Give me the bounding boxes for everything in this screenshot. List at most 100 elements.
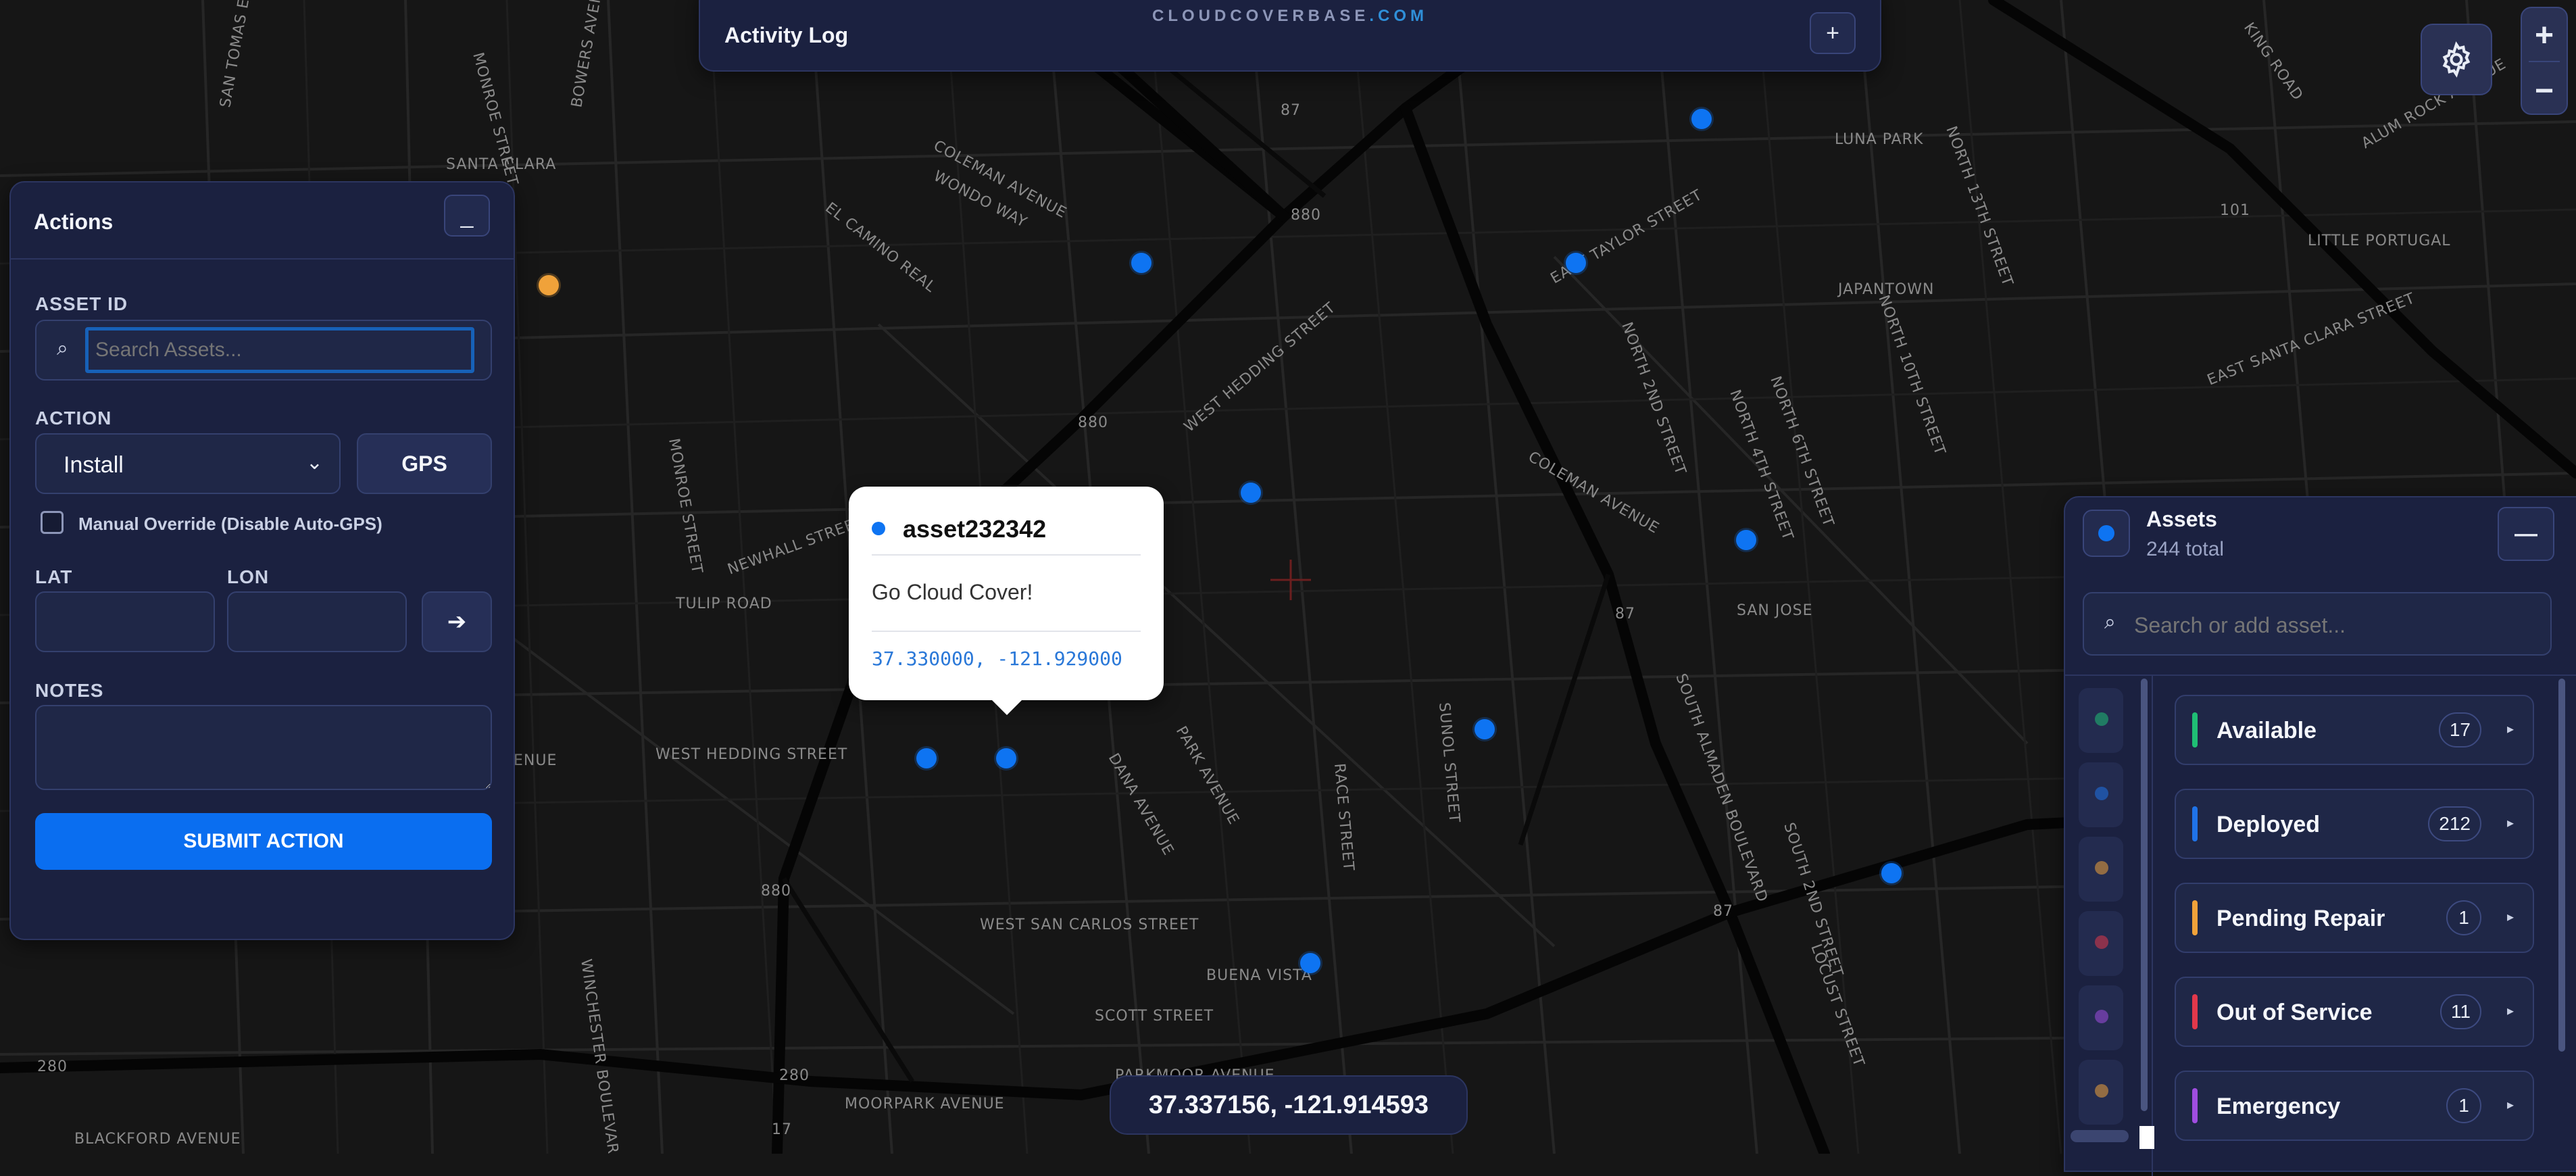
- filter-emergency[interactable]: [2079, 985, 2123, 1050]
- category-scrollbar[interactable]: [2558, 679, 2565, 1052]
- asset-add-search-input[interactable]: [2133, 602, 2541, 649]
- category-deployed[interactable]: Deployed 212 ▸: [2175, 789, 2534, 859]
- action-select[interactable]: Install ⌄: [35, 433, 341, 494]
- asset-search-input[interactable]: [85, 327, 474, 373]
- notes-label: NOTES: [35, 680, 104, 701]
- category-color-bar: [2192, 806, 2198, 841]
- svg-text:LUNA PARK: LUNA PARK: [1835, 131, 1923, 148]
- svg-text:BLACKFORD AVENUE: BLACKFORD AVENUE: [74, 1131, 241, 1148]
- chevron-right-icon: ▸: [2506, 1098, 2514, 1112]
- actions-panel: Actions _ ASSET ID ⌕ ACTION Install ⌄ GP…: [9, 181, 515, 940]
- svg-text:880: 880: [1078, 414, 1108, 431]
- svg-text:ENUE: ENUE: [514, 752, 557, 769]
- activity-log-title: Activity Log: [724, 23, 849, 47]
- svg-text:101: 101: [2220, 202, 2250, 219]
- filter-deployed[interactable]: [2079, 762, 2123, 827]
- manual-override-label: Manual Override (Disable Auto-GPS): [78, 514, 382, 534]
- popup-message: Go Cloud Cover!: [872, 580, 1033, 604]
- svg-text:TULIP ROAD: TULIP ROAD: [675, 595, 772, 612]
- asset-marker[interactable]: [1300, 953, 1320, 973]
- arrow-right-icon: ➔: [447, 609, 467, 635]
- submit-action-button[interactable]: SUBMIT ACTION: [35, 813, 492, 870]
- svg-text:87: 87: [1281, 102, 1301, 119]
- zoom-controls: + −: [2521, 7, 2568, 115]
- popup-status-dot: [872, 522, 885, 535]
- actions-header-divider: [11, 258, 514, 260]
- svg-text:SAN JOSE: SAN JOSE: [1737, 602, 1813, 619]
- category-color-bar: [2192, 900, 2198, 935]
- asset-marker[interactable]: [1241, 483, 1261, 503]
- brand-wordmark: CLOUDCOVERBASE.COM: [700, 7, 1880, 26]
- filter-dot-icon: [2095, 1010, 2108, 1023]
- category-label: Deployed: [2216, 812, 2321, 837]
- lat-input[interactable]: [35, 591, 215, 652]
- category-label: Pending Repair: [2216, 906, 2385, 931]
- filter-available[interactable]: [2079, 688, 2123, 753]
- actions-minimize-button[interactable]: _: [444, 195, 490, 237]
- category-pending-repair[interactable]: Pending Repair 1 ▸: [2175, 883, 2534, 953]
- filter-dot-icon: [2095, 935, 2108, 949]
- go-to-coordinates-button[interactable]: ➔: [422, 591, 492, 652]
- activity-log-panel: Activity Log CLOUDCOVERBASE.COM +: [699, 0, 1881, 72]
- svg-text:17: 17: [772, 1121, 792, 1138]
- settings-button[interactable]: [2421, 24, 2492, 95]
- brand-main: CLOUDCOVERBASE: [1151, 7, 1370, 25]
- gear-icon: [2442, 41, 2471, 78]
- search-icon: ⌕: [2104, 611, 2116, 633]
- filter-other[interactable]: [2079, 1060, 2123, 1125]
- popup-pointer: [991, 699, 1023, 715]
- svg-text:BUENA VISTA: BUENA VISTA: [1206, 967, 1312, 984]
- category-out-of-service[interactable]: Out of Service 11 ▸: [2175, 977, 2534, 1047]
- chevron-right-icon: ▸: [2506, 722, 2514, 737]
- popup-asset-name: asset232342: [903, 515, 1047, 543]
- category-count: 1: [2446, 1088, 2481, 1123]
- manual-override-checkbox[interactable]: [41, 511, 64, 534]
- chevron-right-icon: ▸: [2506, 1004, 2514, 1019]
- assets-minimize-button[interactable]: —: [2498, 507, 2554, 561]
- svg-text:280: 280: [37, 1058, 68, 1075]
- asset-marker[interactable]: [1566, 253, 1586, 273]
- filter-pending[interactable]: [2079, 837, 2123, 902]
- category-count: 11: [2439, 994, 2481, 1029]
- asset-search-box: ⌕: [35, 320, 492, 381]
- filter-out-of-service[interactable]: [2079, 911, 2123, 976]
- asset-marker[interactable]: [996, 748, 1016, 768]
- filter-scrollbar[interactable]: [2141, 679, 2148, 1111]
- gps-button[interactable]: GPS: [357, 433, 492, 494]
- svg-text:MOORPARK AVENUE: MOORPARK AVENUE: [845, 1096, 1005, 1112]
- asset-marker[interactable]: [1131, 253, 1151, 273]
- notes-textarea[interactable]: [35, 705, 492, 790]
- lat-label: LAT: [35, 566, 73, 587]
- asset-marker[interactable]: [1691, 109, 1712, 129]
- asset-marker[interactable]: [1736, 530, 1756, 550]
- popup-coordinates: 37.330000, -121.929000: [872, 647, 1122, 670]
- action-select-value: Install: [64, 452, 124, 478]
- asset-id-label: ASSET ID: [35, 293, 128, 314]
- activity-log-expand-button[interactable]: +: [1810, 12, 1856, 54]
- lon-input[interactable]: [227, 591, 407, 652]
- cursor-coordinates: 37.337156, -121.914593: [1110, 1075, 1468, 1135]
- asset-marker[interactable]: [1475, 719, 1495, 739]
- gps-button-label: GPS: [401, 451, 447, 476]
- chevron-right-icon: ▸: [2506, 816, 2514, 831]
- svg-text:LITTLE PORTUGAL: LITTLE PORTUGAL: [2308, 232, 2451, 249]
- zoom-in-button[interactable]: +: [2522, 14, 2567, 57]
- assets-status-icon: [2083, 510, 2130, 557]
- action-label: ACTION: [35, 408, 112, 428]
- assets-status-dot: [2098, 525, 2114, 541]
- asset-marker-orange[interactable]: [539, 275, 559, 295]
- filter-dot-icon: [2095, 861, 2108, 875]
- asset-marker[interactable]: [916, 748, 937, 768]
- zoom-out-button[interactable]: −: [2522, 69, 2567, 112]
- asset-marker[interactable]: [1881, 863, 1902, 883]
- svg-text:280: 280: [779, 1067, 810, 1084]
- lon-label: LON: [227, 566, 270, 587]
- filter-dot-icon: [2095, 787, 2108, 800]
- category-available[interactable]: Available 17 ▸: [2175, 695, 2534, 765]
- category-count: 1: [2446, 900, 2481, 935]
- asset-add-search-box: ⌕: [2083, 592, 2552, 656]
- zoom-divider: [2529, 61, 2560, 62]
- popup-divider-top: [872, 554, 1141, 556]
- filter-scrollbar-horizontal[interactable]: [2071, 1130, 2129, 1142]
- category-emergency[interactable]: Emergency 1 ▸: [2175, 1071, 2534, 1141]
